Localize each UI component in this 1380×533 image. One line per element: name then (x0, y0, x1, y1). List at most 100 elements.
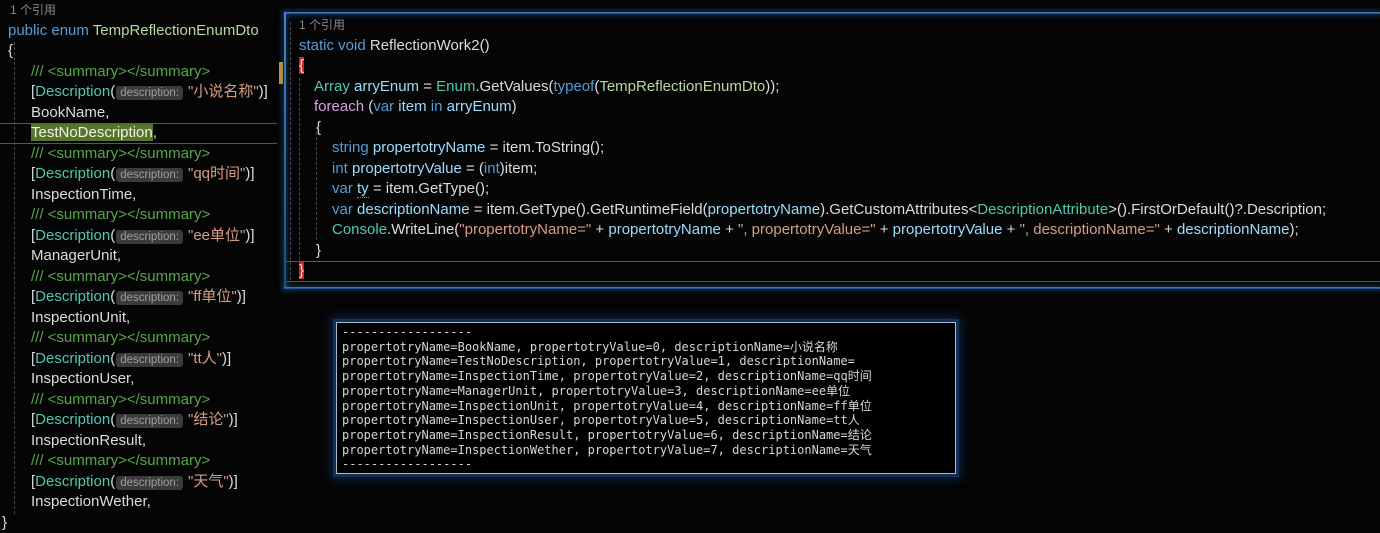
code-token: { (8, 42, 14, 59)
code-line[interactable]: } (0, 513, 277, 533)
code-token: ) (511, 98, 517, 115)
code-token: Description (35, 472, 111, 490)
code-token: TempReflectionEnumDto (599, 77, 766, 95)
code-line[interactable]: foreach (var item in arryEnum) (286, 97, 1380, 118)
code-token: InspectionUnit, (31, 308, 131, 326)
enum-member[interactable]: InspectionTime, (0, 185, 277, 206)
codelens-reference-count[interactable]: 1 个引用 (0, 0, 277, 21)
method-declaration[interactable]: static void ReflectionWork2() (286, 36, 1380, 57)
code-token: int (332, 159, 348, 177)
code-line[interactable]: /// <summary></summary> (0, 62, 277, 83)
code-token: ( (110, 411, 116, 428)
attribute-line[interactable]: [Description(description: "qq时间")] (0, 164, 277, 185)
code-token: InspectionWether, (31, 493, 151, 510)
attribute-line[interactable]: [Description(description: "小说名称")] (0, 82, 277, 103)
code-line[interactable]: /// <summary></summary> (0, 451, 277, 472)
enum-member[interactable]: BookName, (0, 103, 277, 124)
attribute-line[interactable]: [Description(description: "结论")] (0, 410, 277, 431)
code-token: )] (228, 472, 238, 490)
code-token: ( (110, 165, 116, 182)
enum-member[interactable]: InspectionUser, (0, 369, 277, 390)
enum-member[interactable]: InspectionUnit, (0, 308, 277, 329)
attribute-line[interactable]: [Description(description: "ff单位")] (0, 287, 277, 308)
code-token: .WriteLine( (387, 221, 460, 238)
code-line[interactable]: /// <summary></summary> (0, 205, 277, 226)
code-token: ( (364, 98, 374, 115)
code-token: )] (222, 349, 232, 367)
console-line: ------------------ (342, 325, 473, 339)
code-token: } (316, 241, 322, 259)
code-token: } (2, 513, 8, 531)
code-line[interactable]: /// <summary></summary> (0, 144, 277, 165)
code-token: "结论" (188, 411, 229, 428)
code-line[interactable]: Array arryEnum = Enum.GetValues(typeof(T… (286, 77, 1380, 98)
code-line[interactable]: var descriptionName = item.GetType().Get… (286, 200, 1380, 221)
code-token: ", propertotryValue=" (738, 221, 876, 238)
console-line: propertotryName=InspectionWether, proper… (342, 442, 872, 457)
code-line[interactable]: string propertotryName = item.ToString()… (286, 138, 1380, 159)
code-token: )] (245, 226, 255, 244)
code-line[interactable]: /// <summary></summary> (0, 328, 277, 349)
code-token: ty (357, 180, 369, 198)
open-brace-highlighted[interactable]: { (286, 56, 1380, 77)
code-token: = item.GetType().GetRuntimeField( (469, 200, 708, 218)
console-line: propertotryName=InspectionUser, properto… (342, 413, 860, 428)
code-token: } (299, 262, 305, 279)
code-token: ( (110, 288, 116, 305)
console-line: propertotryName=TestNoDescription, prope… (342, 354, 855, 369)
code-token: ", descriptionName=" (1019, 221, 1160, 238)
enum-member[interactable]: InspectionWether, (0, 492, 277, 513)
code-token: public enum (8, 21, 93, 39)
console-output-box: ------------------ propertotryName=BookNa… (336, 322, 956, 474)
code-line[interactable]: { (286, 118, 1380, 139)
enum-member[interactable]: ManagerUnit, (0, 246, 277, 267)
attribute-line[interactable]: [Description(description: "天气")] (0, 472, 277, 493)
code-line[interactable]: int propertotryValue = (int)item; (286, 159, 1380, 180)
code-token: TestNoDescription (31, 124, 153, 141)
code-token: int (483, 159, 500, 177)
indent-guide (14, 42, 15, 514)
code-token: + (1002, 221, 1020, 238)
code-token: descriptionName (1176, 221, 1290, 238)
code-line[interactable]: /// <summary></summary> (0, 390, 277, 411)
code-token: "ff单位" (188, 288, 237, 305)
code-token: ( (110, 226, 116, 244)
code-token: propertotryName (608, 221, 721, 238)
code-line[interactable]: var ty = item.GetType(); (286, 179, 1380, 200)
code-token: Description (35, 411, 111, 428)
code-token: arryEnum (354, 77, 420, 95)
editor-window: 1 个引用 public enum TempReflectionEnumDto{/… (0, 0, 1380, 533)
code-line[interactable]: } (286, 241, 1380, 262)
attribute-line[interactable]: [Description(description: "tt人")] (0, 349, 277, 370)
code-token: ).GetCustomAttributes< (820, 200, 978, 218)
code-line[interactable]: /// <summary></summary> (0, 267, 277, 288)
attribute-line[interactable]: [Description(description: "ee单位")] (0, 226, 277, 247)
code-token: >().FirstOrDefault()?.Description; (1108, 200, 1327, 218)
scrollbar-change-marker (279, 62, 283, 84)
indent-guide (299, 78, 300, 260)
codelens-reference-count[interactable]: 1 个引用 (286, 15, 1380, 36)
code-token: Description (35, 83, 111, 100)
right-editor-peek-pane[interactable]: 1 个引用 static void ReflectionWork2(){Array… (286, 15, 1380, 285)
code-token: , (152, 124, 157, 141)
code-token: = item.GetType(); (368, 180, 490, 197)
left-editor-pane[interactable]: 1 个引用 public enum TempReflectionEnumDto{ /… (0, 0, 277, 533)
code-token: propertotryValue (352, 159, 462, 177)
code-token: Description (35, 226, 111, 244)
close-brace-highlighted[interactable]: } (286, 261, 1380, 282)
indent-guide (290, 22, 291, 280)
code-token: static void (299, 36, 370, 54)
code-token: ( (110, 349, 116, 367)
enum-member[interactable]: InspectionResult, (0, 431, 277, 452)
code-token: InspectionTime, (31, 185, 137, 203)
code-token: = item.ToString(); (485, 139, 605, 156)
code-line[interactable]: { (0, 41, 277, 62)
code-token: /// <summary></summary> (31, 452, 211, 469)
enum-member-highlighted[interactable]: TestNoDescription, (0, 123, 277, 144)
enum-declaration[interactable]: public enum TempReflectionEnumDto (0, 21, 277, 42)
code-line[interactable]: Console.WriteLine("propertotryName=" + p… (286, 220, 1380, 241)
code-token: /// <summary></summary> (31, 329, 211, 346)
code-token: /// <summary></summary> (31, 390, 211, 408)
console-line: ------------------ (342, 457, 473, 472)
console-line: propertotryName=InspectionResult, proper… (342, 427, 872, 442)
